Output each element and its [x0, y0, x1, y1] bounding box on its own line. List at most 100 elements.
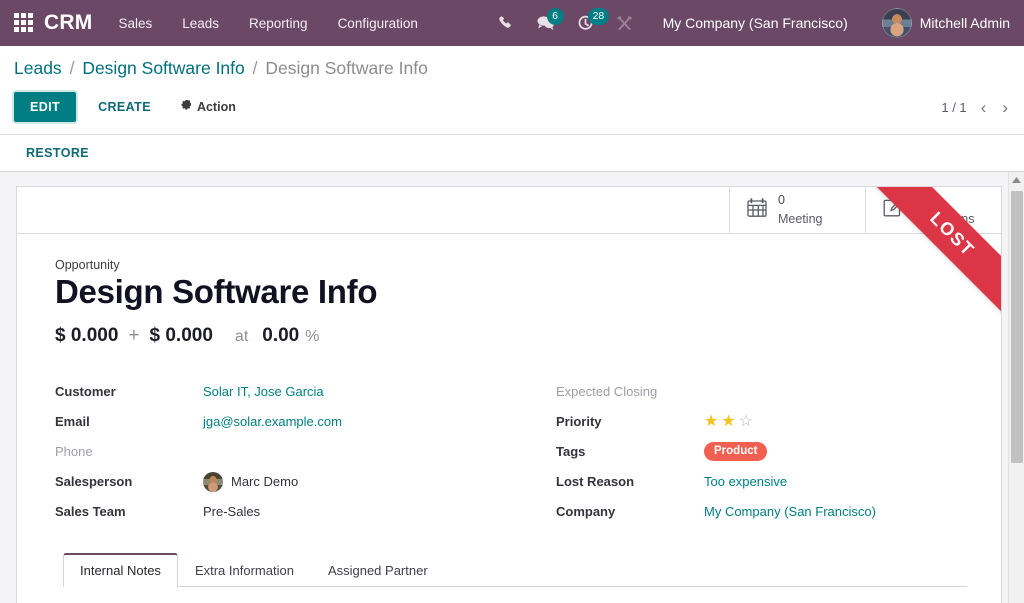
control-panel-buttons: EDIT CREATE Action 1 / 1 ‹ › [14, 92, 1010, 134]
percent-sign: % [305, 328, 319, 346]
star-2-icon[interactable]: ★ [721, 414, 735, 430]
tab-extra-information[interactable]: Extra Information [178, 553, 311, 587]
field-value-company[interactable]: My Company (San Francisco) [704, 504, 876, 519]
top-navbar: CRM Sales Leads Reporting Configuration … [0, 0, 1024, 46]
developer-tools-icon[interactable] [616, 15, 633, 32]
field-value-lost-reason[interactable]: Too expensive [704, 474, 787, 489]
edit-button[interactable]: EDIT [14, 92, 76, 122]
field-label-lost-reason: Lost Reason [556, 474, 704, 489]
stat-meeting-label: Meeting [778, 212, 822, 226]
scroll-up-arrow-icon[interactable] [1009, 172, 1024, 189]
field-row-phone: Phone [55, 437, 511, 467]
stat-button-quotations[interactable]: 0 Quotations [865, 187, 1001, 233]
breadcrumb-item-leads[interactable]: Leads [14, 58, 62, 78]
plus-sign: + [128, 325, 139, 347]
sheet-body: Opportunity Design Software Info $ 0.000… [17, 234, 1001, 603]
vertical-scrollbar[interactable] [1008, 172, 1024, 603]
gear-icon [181, 100, 192, 114]
quotation-pencil-icon [882, 197, 904, 223]
user-menu[interactable]: Mitchell Admin [882, 8, 1010, 38]
create-button[interactable]: CREATE [86, 93, 163, 121]
field-value-priority: ★ ★ ☆ [704, 414, 753, 430]
breadcrumb-item-parent[interactable]: Design Software Info [82, 58, 244, 78]
field-label-tags: Tags [556, 444, 704, 459]
fields-left-column: Customer Solar IT, Jose Garcia Email jga… [55, 377, 511, 527]
notebook-tabs: Internal Notes Extra Information Assigne… [63, 553, 967, 587]
field-label-expected-closing: Expected Closing [556, 384, 704, 399]
user-name-label: Mitchell Admin [920, 15, 1010, 31]
field-value-email[interactable]: jga@solar.example.com [203, 414, 342, 429]
probability-value[interactable]: 0.00 [262, 325, 299, 347]
field-value-tags: Product [704, 442, 767, 461]
priority-stars: ★ ★ ☆ [704, 414, 753, 430]
field-value-sales-team[interactable]: Pre-Sales [203, 504, 260, 519]
stat-quotations-label: Quotations [914, 212, 974, 226]
scrollbar-thumb[interactable] [1011, 191, 1023, 463]
current-company[interactable]: My Company (San Francisco) [663, 15, 848, 31]
main-menu: Sales Leads Reporting Configuration [118, 16, 417, 31]
pager-value[interactable]: 1 / 1 [941, 100, 966, 115]
field-row-lost-reason: Lost Reason Too expensive [556, 467, 967, 497]
activity-clock-icon[interactable]: 28 [577, 15, 594, 32]
pager-next-icon[interactable]: › [1000, 99, 1010, 116]
pager-previous-icon[interactable]: ‹ [979, 99, 989, 116]
pager: 1 / 1 ‹ › [941, 99, 1010, 116]
stat-quotations-value: 0 [914, 193, 921, 207]
messages-icon[interactable]: 6 [536, 15, 555, 31]
field-value-salesperson[interactable]: Marc Demo [203, 472, 298, 492]
app-brand-crm[interactable]: CRM [44, 11, 92, 35]
control-panel: Leads / Design Software Info / Design So… [0, 46, 1024, 134]
field-label-sales-team: Sales Team [55, 504, 203, 519]
record-subtype-label: Opportunity [55, 258, 967, 272]
stat-meeting-text: 0 Meeting [778, 191, 822, 229]
breadcrumb: Leads / Design Software Info / Design So… [14, 58, 1010, 79]
salesperson-avatar [203, 472, 223, 492]
star-3-icon[interactable]: ☆ [739, 414, 753, 430]
apps-grid-icon[interactable] [14, 13, 34, 33]
field-value-customer[interactable]: Solar IT, Jose Garcia [203, 384, 324, 399]
page-title: Design Software Info [55, 274, 967, 311]
field-row-priority: Priority ★ ★ ☆ [556, 407, 967, 437]
menu-item-configuration[interactable]: Configuration [338, 16, 418, 31]
phone-icon[interactable] [498, 15, 514, 31]
field-label-priority: Priority [556, 414, 704, 429]
form-scroll-area: LOST 0 Meeting [0, 172, 1024, 603]
stat-button-box: 0 Meeting 0 Quotations [17, 187, 1001, 234]
menu-item-leads[interactable]: Leads [182, 16, 219, 31]
salesperson-name: Marc Demo [231, 474, 298, 489]
stat-button-meeting[interactable]: 0 Meeting [729, 187, 865, 233]
breadcrumb-item-current: Design Software Info [265, 58, 427, 78]
breadcrumb-separator: / [70, 58, 75, 78]
tab-panel-internal-notes[interactable] [63, 587, 967, 603]
tag-badge-product[interactable]: Product [704, 442, 767, 461]
action-button[interactable]: Action [171, 93, 246, 121]
expected-revenue-value[interactable]: $ 0.000 [55, 325, 118, 347]
user-avatar [882, 8, 912, 38]
calendar-icon [746, 197, 768, 223]
tab-internal-notes[interactable]: Internal Notes [63, 553, 178, 587]
field-row-email: Email jga@solar.example.com [55, 407, 511, 437]
menu-item-sales[interactable]: Sales [118, 16, 152, 31]
prorated-revenue-value[interactable]: $ 0.000 [150, 325, 213, 347]
sheet-background: LOST 0 Meeting [0, 172, 1024, 603]
field-label-company: Company [556, 504, 704, 519]
field-label-salesperson: Salesperson [55, 474, 203, 489]
star-1-icon[interactable]: ★ [704, 414, 718, 430]
field-label-customer: Customer [55, 384, 203, 399]
messages-badge: 6 [547, 8, 564, 25]
activity-badge: 28 [588, 8, 610, 25]
field-label-phone: Phone [55, 444, 203, 459]
breadcrumb-separator-2: / [253, 58, 258, 78]
field-label-email: Email [55, 414, 203, 429]
menu-item-reporting[interactable]: Reporting [249, 16, 308, 31]
restore-button[interactable]: RESTORE [26, 146, 89, 160]
field-row-customer: Customer Solar IT, Jose Garcia [55, 377, 511, 407]
stat-meeting-value: 0 [778, 193, 785, 207]
field-row-company: Company My Company (San Francisco) [556, 497, 967, 527]
tab-assigned-partner[interactable]: Assigned Partner [311, 553, 445, 587]
action-button-label: Action [197, 100, 236, 114]
record-sheet: LOST 0 Meeting [16, 186, 1002, 603]
notebook: Internal Notes Extra Information Assigne… [55, 553, 967, 603]
field-row-expected-closing: Expected Closing [556, 377, 967, 407]
field-row-salesperson: Salesperson Marc Demo [55, 467, 511, 497]
